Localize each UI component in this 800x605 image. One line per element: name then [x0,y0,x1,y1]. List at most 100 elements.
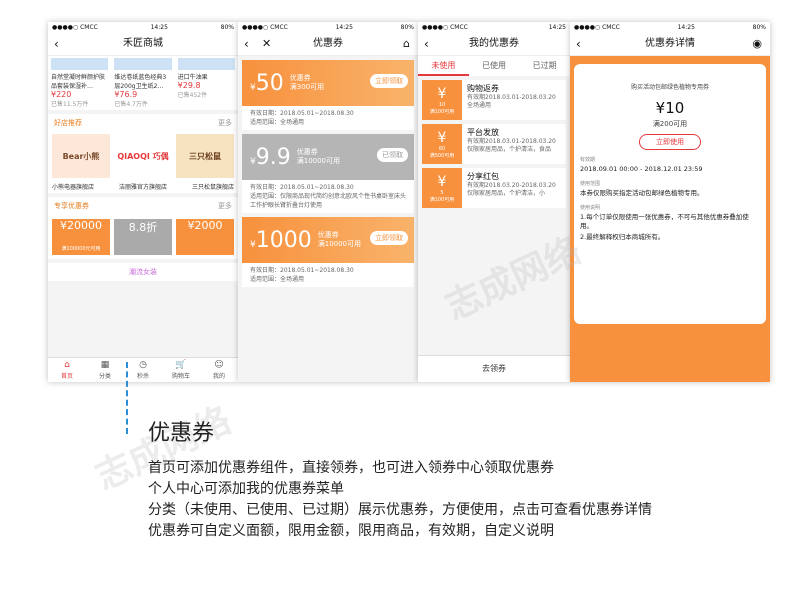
cart-icon: 🛒 [175,360,187,370]
coupon-name: 分享红包 [467,172,499,181]
more-link[interactable]: 更多 [218,114,232,132]
rule-item: 2.最终解释权归本商城所有。 [580,233,665,241]
amount-value: 1000 [255,227,312,253]
caption-line: 个人中心可添加我的优惠券菜单 [148,481,344,497]
close-icon[interactable]: ✕ [262,33,271,55]
tab-label: 我的 [212,373,225,380]
status-bar: ●●●●○ CMCC 14:25 80% [48,22,238,33]
product-sold: 已售11.5万件 [51,101,89,108]
tab-expired[interactable]: 已过期 [519,56,570,76]
mini-coupon[interactable]: ¥20000 满100000元可用 [52,219,110,255]
coupon-scope: 适用范围：仅限商品现代简约创意北欧风个性书桌卧室床头工作护眼长臂折叠台灯使用 [250,193,407,209]
nav-bar: ‹ 优惠券详情 ◉ [570,33,770,56]
coupon-details: 分享红包 有效期2018.03.20-2018.03.20 仅限家居用品，个护清洁，… [462,168,566,208]
coupon-value: ¥5 满100可用 [422,168,462,208]
use-now-button[interactable]: 立即使用 [639,134,701,150]
product-price: ¥76.9 [114,90,138,99]
product-image [177,58,235,70]
product-price: ¥220 [51,90,72,99]
clock-icon: ◷ [139,360,147,370]
my-coupon-card[interactable]: ¥10 满100可用 购物返券 有效期2018.03.01-2018.03.20 全场… [422,80,566,120]
back-icon[interactable]: ‹ [244,33,249,55]
tab-label: 分类 [98,373,111,380]
battery: 80% [752,24,766,31]
phone-coupon-center: ●●●●○ CMCC 14:25 80% ‹ ✕ 优惠券 ⌂ ¥50 优惠券 满3… [238,22,418,382]
section-title: 好店推荐 [54,119,82,127]
mini-coupon-row: ¥20000 满100000元可用 8.8折 ¥2000 [48,215,238,259]
amount-value: 9.9 [255,144,291,170]
time: 14:25 [548,24,566,31]
coupon-tabs: 未使用 已使用 已过期 [418,56,570,76]
target-icon[interactable]: ◉ [752,33,762,55]
tab-unused[interactable]: 未使用 [418,56,469,76]
tab-flash-sale[interactable]: ◷ 秒杀 [124,358,162,382]
coupon-amount: ¥9.9 [250,144,291,170]
shop-name: 三只松鼠旗舰店 [191,184,234,191]
coupon-label: 优惠券 [289,74,311,82]
page-title: 优惠券 [313,38,343,49]
carrier: ●●●●○ CMCC [52,24,98,31]
claimed-button[interactable]: 已领取 [377,148,408,162]
claim-button[interactable]: 立即领取 [370,74,408,88]
back-icon[interactable]: ‹ [54,33,59,55]
home-icon[interactable]: ⌂ [403,33,410,55]
product-row: 自然堂凝时鲜颜护肤品套装保湿补… ¥220 已售11.5万件 维达卷纸蓝色经典3… [48,56,238,110]
back-icon[interactable]: ‹ [424,33,429,55]
back-icon[interactable]: ‹ [576,33,581,55]
coupon-date: 有效日期：2018.05.01~2018.08.30 [250,110,354,117]
product-sold: 已售4.7万件 [114,101,148,108]
shop-logo[interactable]: 三只松鼠 [176,134,234,178]
coupon-amount: ¥2000 [187,219,223,232]
tab-category[interactable]: ▦ 分类 [86,358,124,382]
coupon-cond: 满100可用 [429,197,455,203]
carrier: ●●●●○ CMCC [242,24,288,31]
tab-used[interactable]: 已使用 [469,56,520,76]
coupon-amount: ¥20000 [60,219,102,232]
category-icon: ▦ [100,360,110,370]
page-title: 我的优惠券 [469,38,519,49]
coupon-scope: 适用范围：全场通用 [250,276,305,283]
status-bar: ●●●●○ CMCC 14:25 80% [238,22,418,33]
shop-logo[interactable]: Bear小熊 [52,134,110,178]
phone-my-coupons: ●●●●○ CMCC 14:25 ‹ 我的优惠券 未使用 已使用 已过期 ¥10… [418,22,570,382]
coupon-name: 平台发放 [467,128,499,137]
coupon-cond: 满10000可用 [296,157,341,165]
my-coupon-card[interactable]: ¥5 满100可用 分享红包 有效期2018.03.20-2018.03.20 仅限家… [422,168,566,208]
tab-label: 首页 [60,373,73,380]
mini-coupon[interactable]: 8.8折 [114,219,172,255]
coupon-desc: 优惠券 满300可用 [290,74,324,92]
status-bar: ●●●●○ CMCC 14:25 [418,22,570,33]
coupon-date: 有效期2018.03.01-2018.03.20 [467,94,556,101]
women-section-header: 潮流女装 [48,263,238,281]
product-card[interactable]: 进口牛油果 ¥29.8 已售452件 [175,56,238,110]
product-card[interactable]: 自然堂凝时鲜颜护肤品套装保湿补… ¥220 已售11.5万件 [48,56,111,110]
claim-button[interactable]: 立即领取 [370,231,408,245]
coupon-label: 优惠券 [317,231,339,239]
shop-logo[interactable]: QIAOQI 巧偶 [114,134,172,178]
mini-coupon[interactable]: ¥2000 [176,219,234,255]
coupon-label: 优惠券 [296,148,318,156]
product-card[interactable]: 维达卷纸蓝色经典3层200g卫生纸2… ¥76.9 已售4.7万件 [111,56,174,110]
coupon-cond: 满100可用 [429,109,455,115]
tab-cart[interactable]: 🛒 购物车 [162,358,200,382]
my-coupon-card[interactable]: ¥60 满500可用 平台发放 有效期2018.03.01-2018.03.20 仅限… [422,124,566,164]
phone-coupon-detail: ●●●●○ CMCC 14:25 80% ‹ 优惠券详情 ◉ 购买活动包邮绿色植… [570,22,770,382]
rules-label: 使用说明 [580,205,601,211]
more-link[interactable]: 更多 [218,197,232,215]
coupon-section-header: 专享优惠券 更多 [48,197,238,215]
coupon-head: ¥50 优惠券 满300可用 立即领取 [242,60,414,106]
product-image [114,58,172,70]
tab-mine[interactable]: ☺ 我的 [200,358,238,382]
tab-home[interactable]: ⌂ 首页 [48,358,86,382]
coupon-name: 购物返券 [467,84,499,93]
caption-line: 优惠券可自定义面额，限用金额，限用商品，有效期，自定义说明 [148,523,554,539]
coupon-desc: 优惠券 满10000可用 [297,148,340,166]
shop-name: 洁丽雅官方旗舰店 [118,184,167,191]
coupon-value: ¥60 满500可用 [422,124,462,164]
coupon-amount: 8.8折 [128,221,158,234]
get-coupons-button[interactable]: 去领券 [418,355,570,382]
product-name: 维达卷纸蓝色经典3层200g卫生纸2… [114,74,167,90]
coupon-scope: 全场通用 [467,102,492,109]
shop-name: 小熊电器旗舰店 [52,184,95,191]
product-image [51,58,109,70]
